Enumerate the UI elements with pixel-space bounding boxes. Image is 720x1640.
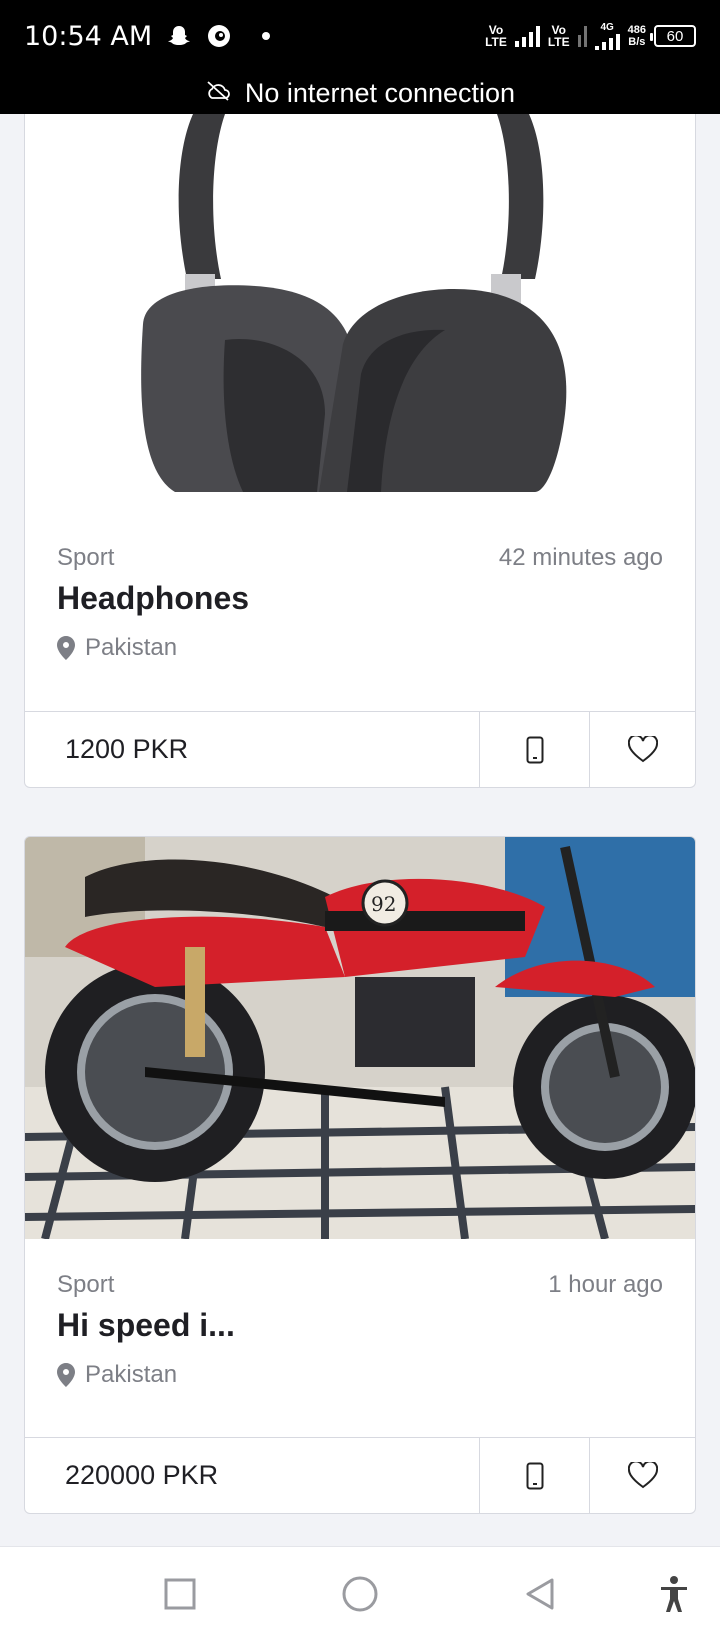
listing-location: Pakistan [57,634,177,662]
listing-category: Sport [57,544,115,571]
location-pin-icon [57,1363,75,1387]
signal-1-icon [514,25,540,47]
listing-card[interactable]: 92 Sport 1 hour ago Hi speed i... Pakist… [24,836,696,1514]
volte-2-label: Vo LTE [547,23,570,49]
listing-price: 220000 PKR [65,1460,219,1490]
call-button[interactable] [479,712,589,787]
system-nav-bar [0,1546,720,1640]
favorite-button[interactable] [589,712,695,787]
battery-level: 60 [666,27,684,45]
heart-icon [627,1462,658,1489]
battery-icon: 60 [650,25,696,47]
heart-icon [627,736,658,763]
back-button[interactable] [500,1547,580,1640]
notification-dot-icon [262,32,271,40]
listing-footer: 220000 PKR [25,1437,695,1513]
signal-2-group: 4G [594,22,620,50]
network-speed: 486 B/s [627,24,646,48]
status-time: 10:54 AM [24,20,153,52]
accessibility-button[interactable] [634,1547,714,1640]
location-text: Pakistan [85,1361,178,1388]
home-button[interactable] [320,1547,400,1640]
no-internet-banner: No internet connection [0,72,720,114]
phone-icon [526,736,543,763]
listing-time: 1 hour ago [548,1271,663,1298]
location-text: Pakistan [85,634,178,661]
status-bar: 10:54 AM Vo LTE Vo LTE 4G 486 B/s 60 [0,0,720,72]
svg-text:92: 92 [371,892,396,916]
snapchat-icon [166,23,192,49]
call-button[interactable] [479,1438,589,1513]
camera-app-icon [206,23,232,49]
listing-price: 1200 PKR [65,734,189,764]
listing-time: 42 minutes ago [498,544,663,571]
listing-image[interactable] [25,114,695,512]
circle-icon [342,1576,378,1612]
listing-footer: 1200 PKR [25,711,695,787]
no-internet-text: No internet connection [244,77,516,108]
square-icon [164,1578,196,1610]
listing-title[interactable]: Headphones [57,580,249,617]
phone-icon [526,1462,543,1489]
accessibility-icon [661,1576,687,1612]
cloud-off-icon [205,78,231,109]
listing-location: Pakistan [57,1361,177,1389]
location-pin-icon [57,636,75,660]
volte-1-label: Vo LTE [485,23,507,49]
listing-title[interactable]: Hi speed i... [57,1307,235,1344]
favorite-button[interactable] [589,1438,695,1513]
listing-card[interactable]: Sport 42 minutes ago Headphones Pakistan… [24,114,696,788]
listing-category: Sport [57,1271,115,1298]
signal-2-icon [594,34,620,50]
listing-image[interactable]: 92 [25,837,695,1239]
network-type-label: 4G [600,22,614,33]
triangle-back-icon [526,1578,554,1610]
data-arrows-icon [577,25,587,47]
recents-button[interactable] [140,1547,220,1640]
